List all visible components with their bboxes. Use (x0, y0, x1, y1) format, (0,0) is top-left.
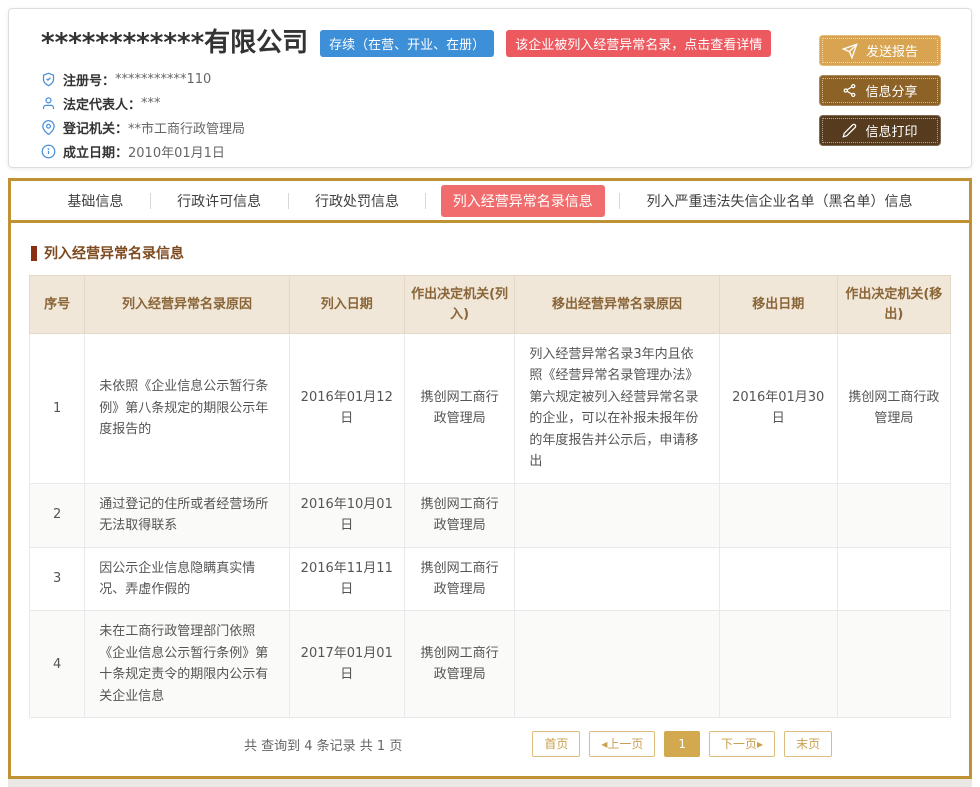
send-report-button[interactable]: 发送报告 (819, 35, 941, 66)
pencil-icon (842, 123, 857, 138)
section-title: 列入经营异常名录信息 (31, 243, 951, 263)
row-index-cell: 3 (30, 547, 85, 611)
table-cell: 2016年10月01日 (289, 483, 404, 547)
header-action-buttons: 发送报告信息分享信息打印 (819, 29, 953, 151)
section-marker-icon (31, 246, 37, 261)
field-value: *** (141, 96, 161, 111)
company-field-row: 注册号：***********110 (41, 68, 771, 92)
table-cell: 通过登记的住所或者经营场所无法取得联系 (85, 483, 289, 547)
action-button-label: 信息打印 (865, 121, 917, 140)
table-cell: 携创网工商行政管理局 (404, 483, 515, 547)
table-cell (719, 483, 837, 547)
table-cell: 携创网工商行政管理局 (404, 334, 515, 484)
tab-item-3[interactable]: 列入经营异常名录信息 (441, 185, 605, 217)
table-cell (837, 547, 950, 611)
column-header: 移出经营异常名录原因 (515, 276, 719, 334)
table-cell (719, 611, 837, 718)
next-page-button[interactable]: 下一页▸ (709, 731, 775, 757)
table-cell (515, 611, 719, 718)
table-header-row: 序号列入经营异常名录原因列入日期作出决定机关(列入)移出经营异常名录原因移出日期… (30, 276, 951, 334)
action-button-label: 发送报告 (866, 41, 918, 60)
status-badge: 存续（在营、开业、在册） (320, 30, 494, 57)
table-cell: 2016年01月30日 (719, 334, 837, 484)
table-cell (837, 483, 950, 547)
table-cell (515, 483, 719, 547)
table-cell (837, 611, 950, 718)
table-cell (719, 547, 837, 611)
field-label: 登记机关： (63, 118, 128, 137)
table-cell (515, 547, 719, 611)
tab-divider (619, 193, 620, 209)
row-index-cell: 4 (30, 611, 85, 718)
table-cell: 未在工商行政管理部门依照《企业信息公示暂行条例》第十条规定责令的期限内公示有关企… (85, 611, 289, 718)
tab-bar: 基础信息行政许可信息行政处罚信息列入经营异常名录信息列入严重违法失信企业名单（黑… (11, 181, 969, 223)
panel-content: 列入经营异常名录信息 序号列入经营异常名录原因列入日期作出决定机关(列入)移出经… (11, 223, 969, 776)
pager-buttons: 首页 ◂上一页 1 下一页▸ 末页 (532, 731, 832, 757)
page-1-button[interactable]: 1 (664, 731, 700, 757)
footer-strip (8, 779, 972, 787)
field-value: 2010年01月1日 (128, 142, 225, 161)
table-row: 3因公示企业信息隐瞒真实情况、弄虚作假的2016年11月11日携创网工商行政管理… (30, 547, 951, 611)
company-field-row: 法定代表人：*** (41, 92, 771, 116)
tab-item-4[interactable]: 列入严重违法失信企业名单（黑名单）信息 (635, 185, 925, 217)
company-title-row: ************有限公司 存续（在营、开业、在册） 该企业被列入经营异常… (41, 29, 771, 58)
company-field-row: 登记机关：**市工商行政管理局 (41, 116, 771, 140)
table-cell: 未依照《企业信息公示暂行条例》第八条规定的期限公示年度报告的 (85, 334, 289, 484)
table-row: 2通过登记的住所或者经营场所无法取得联系2016年10月01日携创网工商行政管理… (30, 483, 951, 547)
tab-divider (425, 193, 426, 209)
tab-item-2[interactable]: 行政处罚信息 (303, 185, 411, 217)
abnormal-alert-badge[interactable]: 该企业被列入经营异常名录，点击查看详情 (506, 30, 771, 57)
row-index-cell: 2 (30, 483, 85, 547)
column-header: 作出决定机关(移出) (837, 276, 950, 334)
share-icon (842, 83, 857, 98)
field-label: 法定代表人： (63, 94, 141, 113)
info-icon (41, 144, 56, 159)
tab-divider (288, 193, 289, 209)
action-button-label: 信息分享 (865, 81, 917, 100)
table-cell: 2017年01月01日 (289, 611, 404, 718)
row-index-cell: 1 (30, 334, 85, 484)
field-value: ***********110 (115, 72, 211, 87)
page: ************有限公司 存续（在营、开业、在册） 该企业被列入经营异常… (0, 0, 980, 787)
table-row: 1未依照《企业信息公示暂行条例》第八条规定的期限公示年度报告的2016年01月1… (30, 334, 951, 484)
table-cell: 2016年11月11日 (289, 547, 404, 611)
table-row: 4未在工商行政管理部门依照《企业信息公示暂行条例》第十条规定责令的期限内公示有关… (30, 611, 951, 718)
location-icon (41, 120, 56, 135)
table-cell: 列入经营异常名录3年内且依照《经营异常名录管理办法》第六规定被列入经营异常名录的… (515, 334, 719, 484)
field-value: **市工商行政管理局 (128, 118, 245, 137)
tab-divider (150, 193, 151, 209)
abnormal-records-table: 序号列入经营异常名录原因列入日期作出决定机关(列入)移出经营异常名录原因移出日期… (29, 275, 951, 718)
company-header-left: ************有限公司 存续（在营、开业、在册） 该企业被列入经营异常… (41, 29, 771, 151)
table-cell: 携创网工商行政管理局 (837, 334, 950, 484)
pagination-bar: 共 查询到 4 条记录 共 1 页 首页 ◂上一页 1 下一页▸ 末页 (29, 718, 951, 770)
section-title-label: 列入经营异常名录信息 (44, 243, 184, 263)
first-page-button[interactable]: 首页 (532, 731, 580, 757)
column-header: 列入日期 (289, 276, 404, 334)
person-icon (41, 96, 56, 111)
print-info-button[interactable]: 信息打印 (819, 115, 941, 146)
table-cell: 2016年01月12日 (289, 334, 404, 484)
main-panel: 基础信息行政许可信息行政处罚信息列入经营异常名录信息列入严重违法失信企业名单（黑… (8, 178, 972, 779)
last-page-button[interactable]: 末页 (784, 731, 832, 757)
table-cell: 因公示企业信息隐瞒真实情况、弄虚作假的 (85, 547, 289, 611)
send-icon (842, 43, 858, 59)
record-count-summary: 共 查询到 4 条记录 共 1 页 (244, 735, 402, 754)
field-label: 成立日期： (63, 142, 128, 161)
column-header: 列入经营异常名录原因 (85, 276, 289, 334)
column-header: 移出日期 (719, 276, 837, 334)
table-cell: 携创网工商行政管理局 (404, 611, 515, 718)
company-name: ************有限公司 (41, 29, 308, 58)
tab-item-0[interactable]: 基础信息 (55, 185, 135, 217)
field-label: 注册号： (63, 70, 115, 89)
company-header-card: ************有限公司 存续（在营、开业、在册） 该企业被列入经营异常… (8, 8, 972, 168)
column-header: 作出决定机关(列入) (404, 276, 515, 334)
company-fields: 注册号：***********110法定代表人：***登记机关：**市工商行政管… (41, 68, 771, 164)
share-info-button[interactable]: 信息分享 (819, 75, 941, 106)
tab-item-1[interactable]: 行政许可信息 (165, 185, 273, 217)
certificate-icon (41, 72, 56, 87)
company-field-row: 成立日期：2010年01月1日 (41, 140, 771, 164)
column-header: 序号 (30, 276, 85, 334)
prev-page-button[interactable]: ◂上一页 (589, 731, 655, 757)
table-cell: 携创网工商行政管理局 (404, 547, 515, 611)
